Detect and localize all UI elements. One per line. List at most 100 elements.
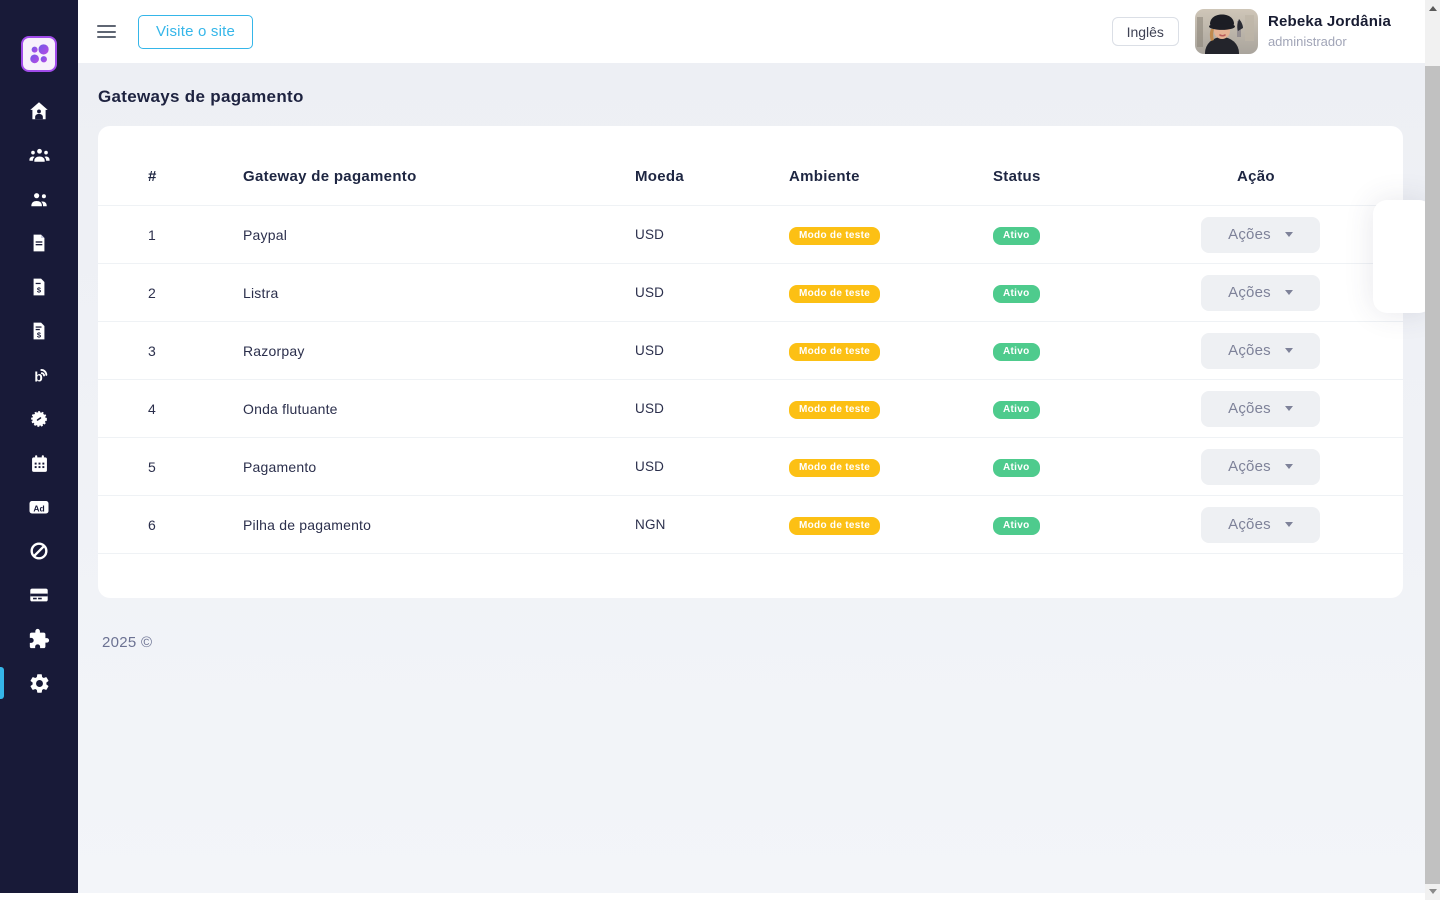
gateway-name: Listra (243, 264, 635, 322)
user-info[interactable]: Rebeka Jordânia administrador (1268, 13, 1391, 50)
gateway-name: Paypal (243, 206, 635, 264)
actions-label: Ações (1228, 400, 1271, 417)
vertical-scrollbar[interactable] (1425, 0, 1440, 900)
col-header-action: Ação (1201, 126, 1403, 206)
actions-dropdown-button[interactable]: Ações (1201, 275, 1320, 311)
col-header-gateway: Gateway de pagamento (243, 126, 635, 206)
chevron-down-icon (1285, 522, 1293, 527)
credit-card-icon (28, 584, 50, 606)
actions-dropdown-button[interactable]: Ações (1201, 333, 1320, 369)
calendar-icon (29, 453, 50, 474)
col-header-environment: Ambiente (789, 126, 993, 206)
people-icon (28, 188, 51, 211)
sidebar-item-settings[interactable] (0, 661, 78, 705)
sidebar-item-invoices[interactable]: $ (0, 265, 78, 309)
sidebar-item-dashboard[interactable] (0, 89, 78, 133)
sidebar: $ $ b (0, 0, 78, 893)
row-index: 5 (98, 438, 243, 496)
ads-icon: Ad (27, 495, 51, 519)
chevron-down-icon (1285, 232, 1293, 237)
main-content: Gateways de pagamento # Gateway de pagam… (78, 63, 1425, 893)
actions-dropdown-button[interactable]: Ações (1201, 217, 1320, 253)
home-icon (28, 100, 50, 122)
actions-dropdown-button[interactable]: Ações (1201, 507, 1320, 543)
gateway-name: Razorpay (243, 322, 635, 380)
currency: USD (635, 438, 789, 496)
table-row: 5 Pagamento USD Modo de teste Ativo Açõe… (98, 438, 1403, 496)
status-badge: Ativo (993, 227, 1040, 245)
svg-text:Ad: Ad (33, 503, 44, 513)
sidebar-item-teams[interactable] (0, 133, 78, 177)
chevron-down-icon (1285, 406, 1293, 411)
puzzle-icon (28, 628, 50, 650)
row-index: 3 (98, 322, 243, 380)
status-badge: Ativo (993, 343, 1040, 361)
row-index: 1 (98, 206, 243, 264)
status-badge: Ativo (993, 517, 1040, 535)
row-index: 2 (98, 264, 243, 322)
gateways-table: # Gateway de pagamento Moeda Ambiente St… (98, 126, 1403, 554)
sidebar-nav: $ $ b (0, 89, 78, 705)
environment-badge: Modo de teste (789, 401, 880, 419)
sidebar-item-calendar[interactable] (0, 441, 78, 485)
actions-dropdown-panel (1373, 200, 1433, 313)
hamburger-menu-icon[interactable] (97, 22, 116, 42)
blog-icon: b (28, 364, 50, 386)
col-header-currency: Moeda (635, 126, 789, 206)
scroll-down-arrow-icon[interactable] (1429, 889, 1437, 894)
topbar-right-group: Inglês Rebeka (1112, 9, 1425, 54)
avatar-photo (1195, 9, 1258, 54)
logo-blobs-icon (25, 40, 53, 68)
sidebar-item-coupons[interactable] (0, 397, 78, 441)
gateways-table-card: # Gateway de pagamento Moeda Ambiente St… (98, 126, 1403, 598)
scroll-up-arrow-icon[interactable] (1429, 6, 1437, 11)
currency: USD (635, 322, 789, 380)
gateway-name: Pilha de pagamento (243, 496, 635, 554)
table-row: 1 Paypal USD Modo de teste Ativo Ações (98, 206, 1403, 264)
gateway-name: Pagamento (243, 438, 635, 496)
table-row: 3 Razorpay USD Modo de teste Ativo Ações (98, 322, 1403, 380)
topbar: Visite o site Inglês (78, 0, 1425, 63)
actions-label: Ações (1228, 342, 1271, 359)
currency: NGN (635, 496, 789, 554)
language-button[interactable]: Inglês (1112, 17, 1179, 46)
user-avatar[interactable] (1195, 9, 1258, 54)
sidebar-item-ads[interactable]: Ad (0, 485, 78, 529)
user-name: Rebeka Jordânia (1268, 13, 1391, 32)
status-badge: Ativo (993, 401, 1040, 419)
groups-icon (28, 144, 51, 167)
actions-label: Ações (1228, 284, 1271, 301)
environment-badge: Modo de teste (789, 343, 880, 361)
col-header-index: # (98, 126, 243, 206)
actions-label: Ações (1228, 226, 1271, 243)
actions-dropdown-button[interactable]: Ações (1201, 449, 1320, 485)
environment-badge: Modo de teste (789, 285, 880, 303)
invoice-dollar-icon: $ (29, 277, 49, 297)
scrollbar-thumb[interactable] (1425, 66, 1440, 884)
sidebar-item-blog[interactable]: b (0, 353, 78, 397)
row-index: 6 (98, 496, 243, 554)
environment-badge: Modo de teste (789, 459, 880, 477)
sidebar-item-restrictions[interactable] (0, 529, 78, 573)
block-icon (28, 540, 50, 562)
invoice-dollar-alt-icon: $ (29, 321, 49, 341)
sidebar-item-payments[interactable] (0, 573, 78, 617)
visit-site-button[interactable]: Visite o site (138, 15, 253, 49)
sidebar-item-payment-requests[interactable]: $ (0, 309, 78, 353)
table-row: 2 Listra USD Modo de teste Ativo Ações (98, 264, 1403, 322)
svg-text:b: b (34, 369, 42, 384)
settings-icon (28, 672, 51, 695)
coin-icon (28, 408, 50, 430)
status-badge: Ativo (993, 459, 1040, 477)
sidebar-item-documents[interactable] (0, 221, 78, 265)
app-logo[interactable] (21, 36, 57, 72)
chevron-down-icon (1285, 464, 1293, 469)
sidebar-item-users[interactable] (0, 177, 78, 221)
environment-badge: Modo de teste (789, 227, 880, 245)
currency: USD (635, 206, 789, 264)
sidebar-item-addons[interactable] (0, 617, 78, 661)
status-badge: Ativo (993, 285, 1040, 303)
actions-label: Ações (1228, 458, 1271, 475)
table-row: 4 Onda flutuante USD Modo de teste Ativo… (98, 380, 1403, 438)
actions-dropdown-button[interactable]: Ações (1201, 391, 1320, 427)
